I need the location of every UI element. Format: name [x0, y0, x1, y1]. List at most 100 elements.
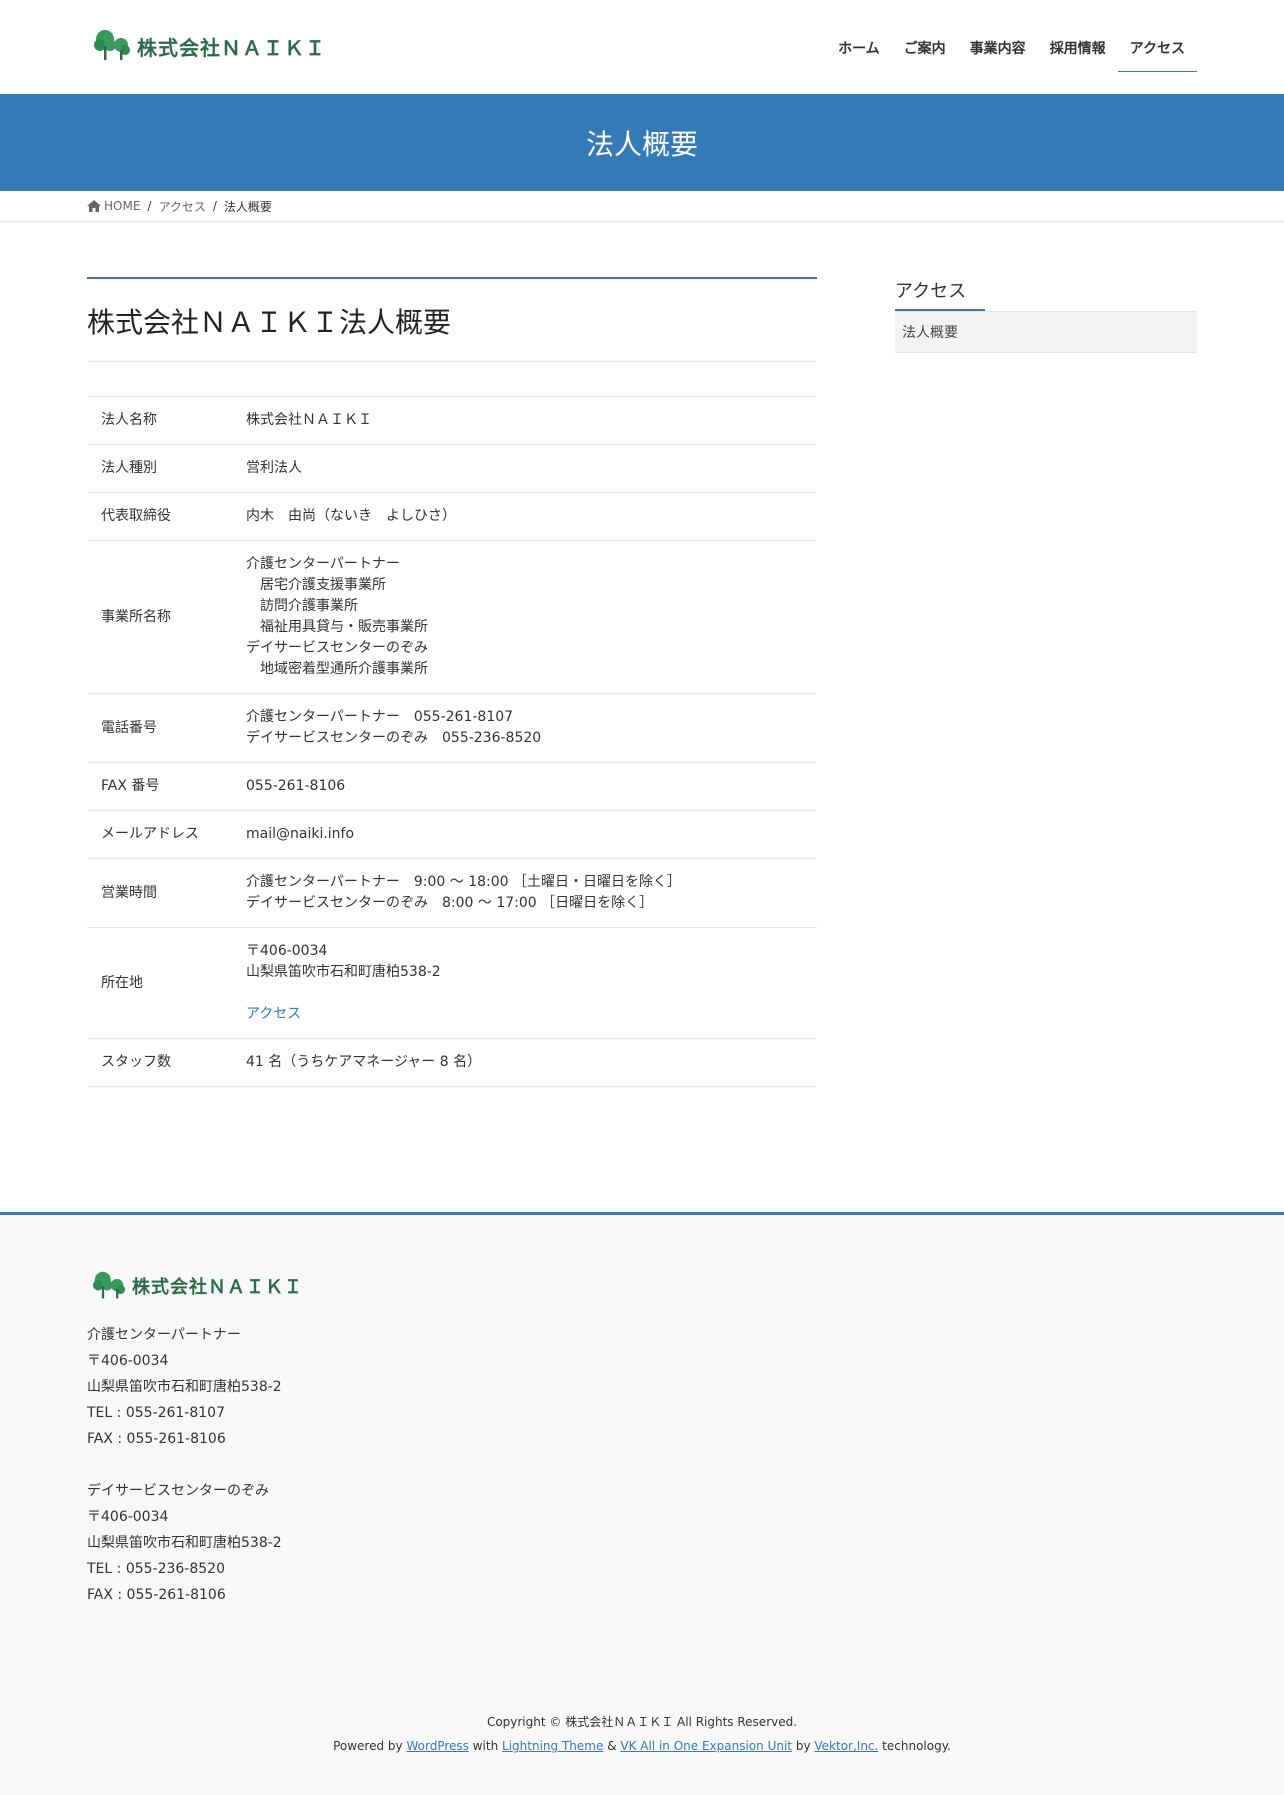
table-row: 代表取締役 内木 由尚（ないき よしひさ） — [87, 492, 817, 541]
row-value-line: 株式会社ＮＡＩＫＩ — [246, 412, 372, 428]
breadcrumb-home[interactable]: HOME — [104, 199, 140, 213]
nav-access[interactable]: アクセス — [1117, 0, 1197, 72]
breadcrumb-current: 法人概要 — [223, 199, 272, 214]
footer-office-zip: 〒406-0034 — [87, 1353, 169, 1369]
table-row: 事業所名称 介護センターパートナー 居宅介護支援事業所 訪問介護事業所 福祉用具貸… — [87, 540, 817, 694]
site-logo[interactable]: 株式会社ＮＡＩＫＩ — [93, 28, 326, 64]
footer-office-fax: FAX : 055-261-8106 — [87, 1587, 226, 1603]
sidebar-title: アクセス — [895, 281, 967, 302]
nav-guide[interactable]: ご案内 — [892, 0, 958, 72]
row-value-line: 営利法人 — [246, 460, 302, 476]
copyright: Copyright © 株式会社ＮＡＩＫＩ All Rights Reserve… — [486, 1715, 798, 1729]
row-value-line: 介護センターパートナー — [246, 556, 400, 572]
powered-suffix: technology. — [882, 1739, 951, 1753]
table-row: FAX 番号 055-261-8106 — [87, 762, 817, 811]
row-value-line: 41 名（うちケアマネージャー 8 名） — [246, 1054, 482, 1070]
row-value-line: 介護センターパートナー 055-261-8107 — [246, 709, 514, 725]
row-value-line: 介護センターパートナー 9:00 〜 18:00 ［土曜日・日曜日を除く］ — [246, 874, 681, 890]
nav-home[interactable]: ホーム — [826, 0, 892, 72]
row-label: 所在地 — [87, 927, 246, 1039]
powered-with: with — [472, 1739, 499, 1753]
row-value: 営利法人 — [246, 444, 817, 493]
site-footer: 株式会社ＮＡＩＫＩ 介護センターパートナー 〒406-0034 山梨県笛吹市石和… — [0, 1212, 1284, 1795]
row-value-line: mail@naiki.info — [246, 826, 355, 842]
row-value: 介護センターパートナー 居宅介護支援事業所 訪問介護事業所 福祉用具貸与・販売事… — [246, 540, 817, 694]
row-label: スタッフ数 — [87, 1038, 246, 1087]
breadcrumb-separator: / — [212, 199, 217, 213]
table-row: メールアドレス mail@naiki.info — [87, 810, 817, 859]
breadcrumb-separator: / — [147, 199, 152, 213]
vektor-link[interactable]: Vektor,Inc. — [814, 1739, 878, 1753]
table-row: 法人種別 営利法人 — [87, 444, 817, 493]
breadcrumb-access[interactable]: アクセス — [158, 198, 205, 215]
row-value-line: 内木 由尚（ないき よしひさ） — [246, 508, 456, 524]
tree-icon — [94, 30, 130, 60]
row-label: FAX 番号 — [87, 762, 246, 811]
row-value-line: 山梨県笛吹市石和町唐柏538-2 — [246, 964, 441, 980]
powered-by: Powered by WordPress with Lightning Them… — [0, 1739, 1284, 1753]
powered-by-word: by — [795, 1739, 811, 1753]
powered-amp: & — [607, 1739, 617, 1753]
row-label: 電話番号 — [87, 693, 246, 763]
footer-office-name: デイサービスセンターのぞみ — [87, 1483, 269, 1499]
main-area: 株式会社ＮＡＩＫＩ法人概要 法人名称 株式会社ＮＡＩＫＩ 法人種別 営利法人 代表取締役… — [0, 222, 1284, 1225]
powered-prefix: Powered by — [333, 1739, 403, 1753]
row-value: 株式会社ＮＡＩＫＩ — [246, 396, 817, 445]
page-header-title: 法人概要 — [585, 127, 698, 161]
nav-recruit[interactable]: 採用情報 — [1038, 0, 1118, 72]
nav-services[interactable]: 事業内容 — [958, 0, 1038, 72]
footer-logo-text: 株式会社ＮＡＩＫＩ — [132, 1277, 303, 1298]
row-value-line: 福祉用具貸与・販売事業所 — [246, 619, 428, 635]
table-row: 所在地 〒406-0034 山梨県笛吹市石和町唐柏538-2 アクセス — [87, 927, 817, 1039]
row-value-line: デイサービスセンターのぞみ 8:00 〜 17:00 ［日曜日を除く］ — [246, 895, 654, 911]
global-nav: ホーム ご案内 事業内容 採用情報 アクセス — [826, 0, 1197, 72]
footer-office-fax: FAX : 055-261-8106 — [87, 1431, 226, 1447]
row-value-line: 地域密着型通所介護事業所 — [246, 661, 428, 677]
footer-office-name: 介護センターパートナー — [87, 1327, 241, 1343]
footer-office-tel: TEL : 055-236-8520 — [87, 1561, 225, 1577]
row-value: 41 名（うちケアマネージャー 8 名） — [246, 1038, 817, 1087]
tree-icon — [93, 1271, 125, 1299]
row-value-line: 居宅介護支援事業所 — [246, 577, 386, 593]
wordpress-link[interactable]: WordPress — [406, 1739, 468, 1753]
row-value-line: デイサービスセンターのぞみ — [246, 640, 428, 656]
home-icon — [87, 200, 101, 212]
breadcrumb: HOME / アクセス / 法人概要 — [0, 191, 1284, 222]
row-value: 介護センターパートナー 055-261-8107 デイサービスセンターのぞみ 05… — [246, 693, 817, 763]
site-header: 株式会社ＮＡＩＫＩ ホーム ご案内 事業内容 採用情報 アクセス — [0, 0, 1284, 94]
sidebar-item-company-profile[interactable]: 法人概要 — [895, 311, 1197, 353]
table-row: 営業時間 介護センターパートナー 9:00 〜 18:00 ［土曜日・日曜日を除く… — [87, 858, 817, 928]
company-info-table: 法人名称 株式会社ＮＡＩＫＩ 法人種別 営利法人 代表取締役 内木 由尚（ないき よしひさ… — [87, 396, 817, 1087]
row-label: メールアドレス — [87, 810, 246, 859]
sidebar: アクセス 法人概要 — [895, 277, 1197, 353]
lightning-theme-link[interactable]: Lightning Theme — [502, 1739, 603, 1753]
row-value: mail@naiki.info — [246, 810, 817, 859]
page-header: 法人概要 — [0, 94, 1284, 191]
row-value: 055-261-8106 — [246, 762, 817, 811]
row-label: 代表取締役 — [87, 492, 246, 541]
entry-title: 株式会社ＮＡＩＫＩ法人概要 — [87, 277, 817, 362]
row-value: 内木 由尚（ないき よしひさ） — [246, 492, 817, 541]
table-row: 法人名称 株式会社ＮＡＩＫＩ — [87, 396, 817, 445]
access-link[interactable]: アクセス — [246, 1004, 803, 1025]
row-value-line: 〒406-0034 — [246, 943, 328, 959]
row-label: 営業時間 — [87, 858, 246, 928]
table-row: スタッフ数 41 名（うちケアマネージャー 8 名） — [87, 1038, 817, 1087]
footer-office-address: 山梨県笛吹市石和町唐柏538-2 — [87, 1379, 282, 1395]
footer-office-address: 山梨県笛吹市石和町唐柏538-2 — [87, 1535, 282, 1551]
footer-address: 介護センターパートナー 〒406-0034 山梨県笛吹市石和町唐柏538-2 T… — [87, 1322, 282, 1608]
footer-office-zip: 〒406-0034 — [87, 1509, 169, 1525]
row-value-line: デイサービスセンターのぞみ 055-236-8520 — [246, 730, 542, 746]
row-value: 介護センターパートナー 9:00 〜 18:00 ［土曜日・日曜日を除く］ デイサ… — [246, 858, 817, 928]
footer-logo[interactable]: 株式会社ＮＡＩＫＩ — [92, 1270, 303, 1302]
logo-text: 株式会社ＮＡＩＫＩ — [137, 35, 326, 60]
row-label: 法人種別 — [87, 444, 246, 493]
footer-office-tel: TEL : 055-261-8107 — [87, 1405, 225, 1421]
table-row: 電話番号 介護センターパートナー 055-261-8107 デイサービスセンターのぞ… — [87, 693, 817, 763]
row-label: 事業所名称 — [87, 540, 246, 694]
row-value: 〒406-0034 山梨県笛吹市石和町唐柏538-2 アクセス — [246, 927, 817, 1039]
row-label: 法人名称 — [87, 396, 246, 445]
content: 株式会社ＮＡＩＫＩ法人概要 法人名称 株式会社ＮＡＩＫＩ 法人種別 営利法人 代表取締役… — [87, 277, 817, 1087]
vk-expansion-link[interactable]: VK All in One Expansion Unit — [620, 1739, 792, 1753]
row-value-line: 訪問介護事業所 — [246, 598, 358, 614]
